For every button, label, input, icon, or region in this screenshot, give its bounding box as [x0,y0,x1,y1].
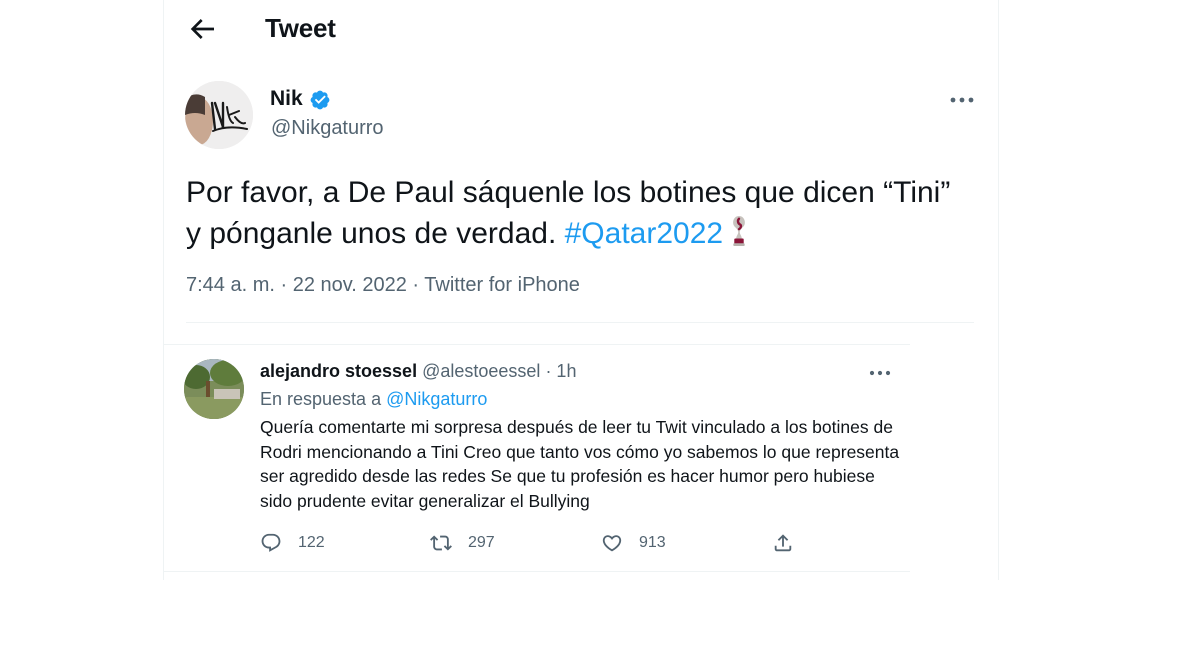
hashtag-link[interactable]: #Qatar2022 [565,217,723,250]
reply-button[interactable]: 122 [260,529,325,557]
more-dots-icon [950,97,974,103]
author-handle[interactable]: @Nikgaturro [271,117,384,140]
like-count: 913 [639,534,666,551]
reply-context: En respuesta a @Nikgaturro [260,389,487,410]
reply-avatar[interactable] [184,359,244,419]
reply-tweet[interactable]: alejandro stoessel @alestoeessel · 1h En… [164,344,910,572]
more-options-button[interactable] [948,88,976,112]
heart-icon [602,535,622,552]
retweet-icon [430,535,452,551]
reply-time[interactable]: · 1h [540,361,576,381]
comment-icon [261,533,281,552]
reply-header: alejandro stoessel @alestoeessel · 1h [260,361,576,382]
mention-link[interactable]: @Nikgaturro [386,389,487,409]
verified-badge-icon [310,90,330,110]
reply-author-name[interactable]: alejandro stoessel [260,361,417,381]
share-button[interactable] [772,529,794,557]
reply-author-handle[interactable]: @alestoeessel [422,361,540,381]
tweet-column: Tweet Nik @Nikgaturro Por favor, a De Pa… [163,0,999,580]
retweet-button[interactable]: 297 [430,529,495,557]
page-title: Tweet [265,13,336,43]
more-dots-icon [869,370,891,376]
reply-count: 122 [298,534,325,551]
like-button[interactable]: 913 [601,529,666,557]
world-cup-trophy-icon [729,215,749,258]
tweet-timestamp[interactable]: 7:44 a. m. · 22 nov. 2022 · Twitter for … [186,274,580,297]
arrow-left-icon [190,19,214,39]
back-button[interactable] [186,13,218,45]
author-name[interactable]: Nik [270,87,303,111]
reply-more-options-button[interactable] [867,363,893,383]
retweet-count: 297 [468,534,495,551]
reply-text: Quería comentarte mi sorpresa después de… [260,417,900,511]
tweet-text: Por favor, a De Paul sáquenle los botine… [186,172,966,258]
divider [186,322,974,323]
author-avatar[interactable] [185,81,253,149]
share-icon [774,534,792,552]
page-header: Tweet [164,0,998,58]
reply-to-label: En respuesta a [260,389,387,409]
reply-actions: 122 297 913 [260,529,900,557]
